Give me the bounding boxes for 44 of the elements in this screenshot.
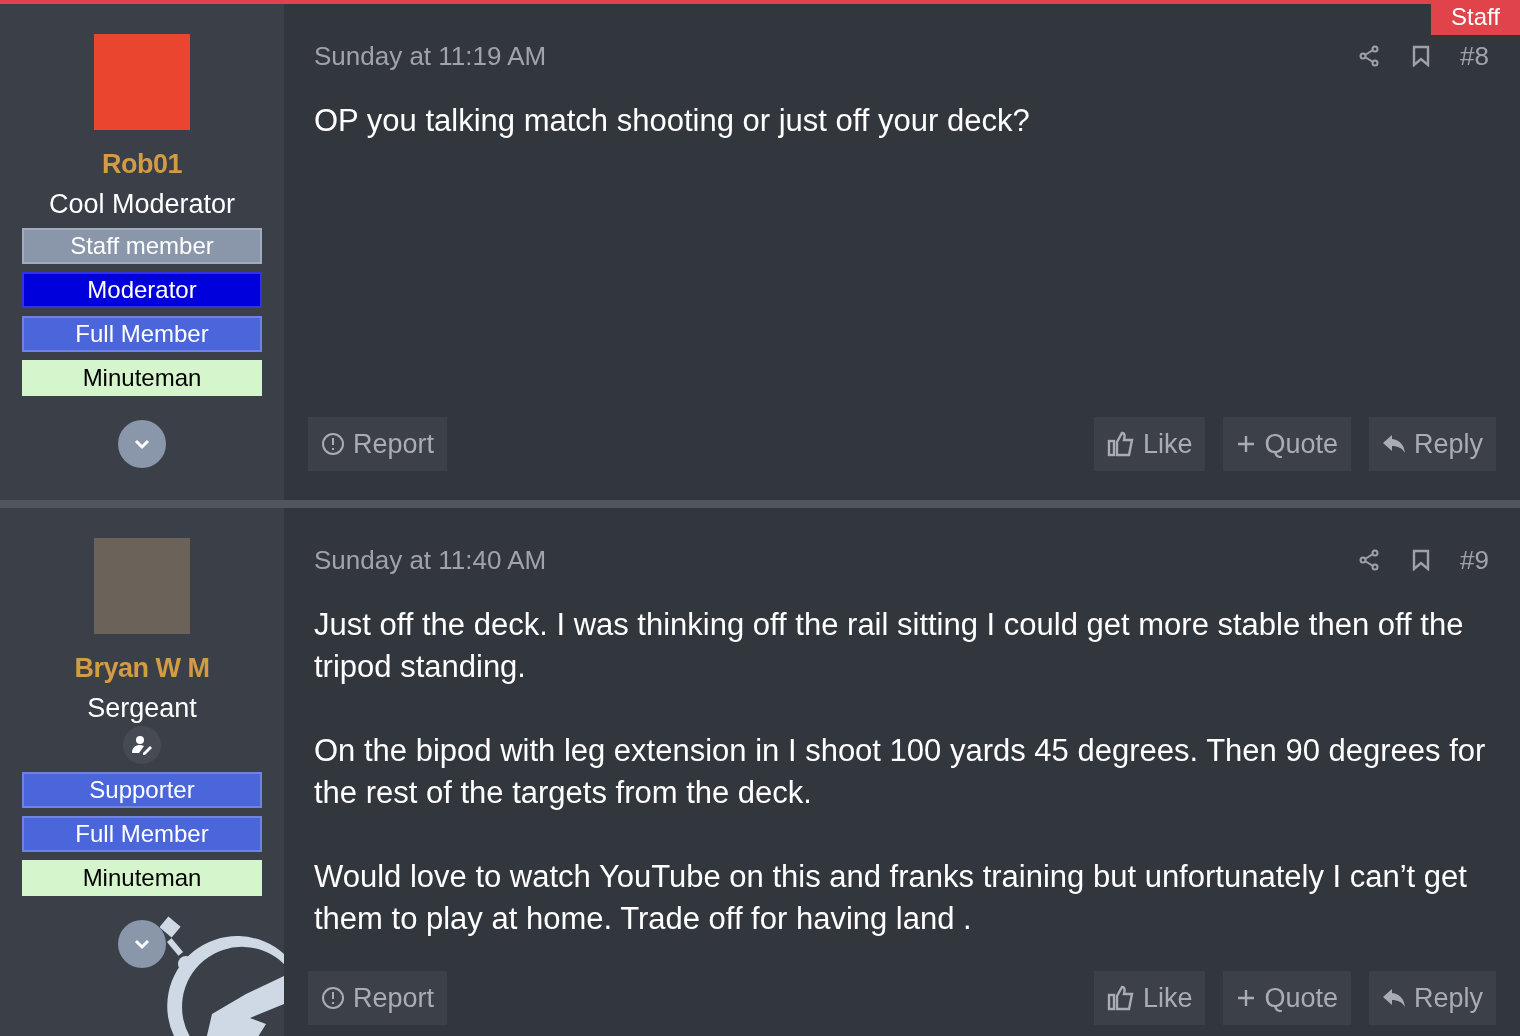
user-banner: Full Member [22, 316, 262, 352]
post-paragraph: Just off the deck. I was thinking off the rail sitting I could get more stable then off the tripod standing. [314, 606, 1465, 686]
alert-icon [321, 986, 345, 1010]
like-button[interactable]: Like [1093, 417, 1206, 471]
thumbs-up-icon [1106, 431, 1135, 457]
post-time[interactable]: Sunday at 11:40 AM [314, 544, 1327, 576]
user-banner: Full Member [22, 816, 262, 852]
username[interactable]: Rob01 [102, 146, 182, 182]
reply-button[interactable]: Reply [1368, 971, 1496, 1025]
share-icon[interactable] [1358, 45, 1381, 67]
report-button[interactable]: Report [308, 971, 448, 1025]
bookmark-icon[interactable] [1412, 549, 1431, 571]
reply-arrow-icon [1381, 434, 1406, 454]
share-icon[interactable] [1358, 549, 1381, 571]
plus-icon [1236, 988, 1257, 1008]
user-banner: Moderator [22, 272, 262, 308]
post-time[interactable]: Sunday at 11:19 AM [314, 40, 1327, 72]
user-banner: Staff member [22, 228, 262, 264]
reply-button[interactable]: Reply [1368, 417, 1496, 471]
expand-button[interactable] [118, 420, 166, 468]
post-paragraph: On the bipod with leg extension in I shoot 100 yards 45 degrees. Then 90 degrees for the rest of the targets from the deck. [314, 732, 1487, 812]
quote-button[interactable]: Quote [1223, 417, 1351, 471]
user-banner: Minuteman [22, 360, 262, 396]
plus-icon [1236, 434, 1257, 454]
like-button[interactable]: Like [1093, 971, 1206, 1025]
report-button[interactable]: Report [308, 417, 448, 471]
chevron-down-icon [133, 938, 151, 950]
post-paragraph: Would love to watch YouTube on this and franks training but unfortunately I can’t get them to play at home. Trade off for having land . [314, 858, 1468, 938]
post-number[interactable]: #8 [1460, 40, 1489, 72]
user-banner: Minuteman [22, 860, 262, 896]
staff-ribbon: Staff [1431, 4, 1520, 35]
reply-arrow-icon [1381, 988, 1406, 1008]
post-number[interactable]: #9 [1460, 544, 1489, 576]
user-banner: Supporter [22, 772, 262, 808]
user-title: Cool Moderator [48, 188, 236, 220]
user-title: Sergeant [87, 692, 197, 724]
alert-icon [321, 432, 345, 456]
chevron-down-icon [133, 438, 151, 450]
thumbs-up-icon [1106, 985, 1135, 1011]
bookmark-icon[interactable] [1412, 45, 1431, 67]
quote-button[interactable]: Quote [1223, 971, 1351, 1025]
post-paragraph: OP you talking match shooting or just off your deck? [314, 102, 1031, 140]
expand-button[interactable] [118, 920, 166, 968]
username[interactable]: Bryan W M [74, 650, 210, 686]
